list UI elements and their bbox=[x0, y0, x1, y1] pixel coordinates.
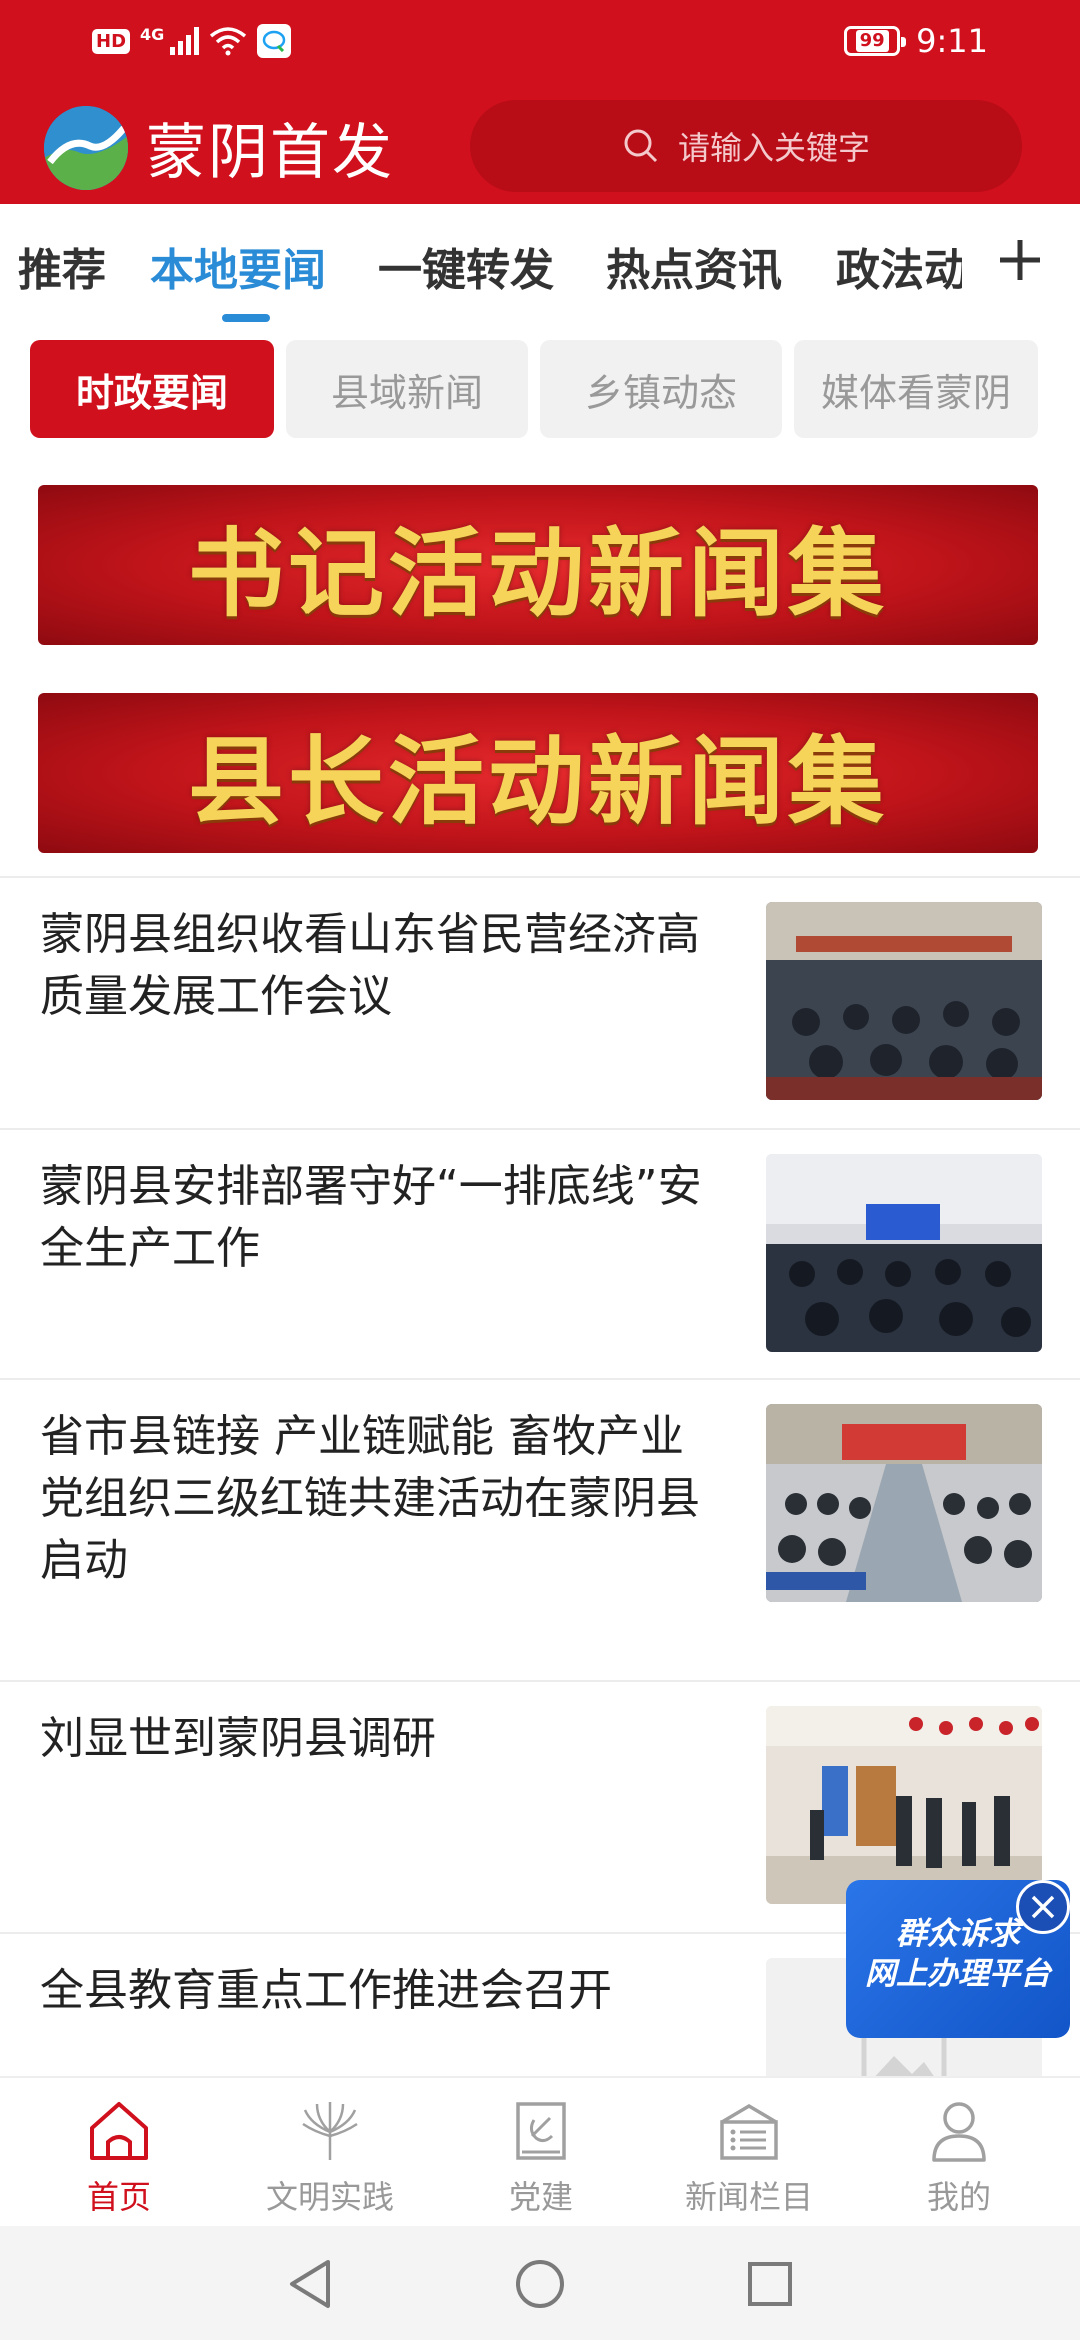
search-icon bbox=[624, 129, 658, 163]
app-header-bar: HD 4G 99 9:11 蒙阴首发 请输入关键字 bbox=[0, 0, 1080, 204]
status-time: 9:11 bbox=[916, 22, 988, 60]
battery-icon: 99 bbox=[844, 26, 907, 56]
message-app-icon bbox=[257, 24, 292, 58]
subtab-town-news[interactable]: 乡镇动态 bbox=[540, 340, 782, 438]
news-title: 蒙阴县安排部署守好“一排底线”安全生产工作 bbox=[40, 1161, 702, 1274]
banner-secretary-text: 书记活动新闻集 bbox=[188, 517, 888, 630]
battery-level: 99 bbox=[855, 30, 889, 52]
app-title: 蒙阴首发 bbox=[146, 118, 394, 188]
search-bar[interactable]: 请输入关键字 bbox=[470, 100, 1022, 192]
tab-recommend[interactable]: 推荐 bbox=[18, 234, 106, 298]
status-bar: HD 4G 99 9:11 bbox=[0, 0, 1080, 86]
nav-civilization-label: 文明实践 bbox=[265, 2178, 394, 2216]
back-icon[interactable] bbox=[286, 2258, 334, 2310]
news-title: 蒙阴县组织收看山东省民营经济高质量发展工作会议 bbox=[40, 909, 700, 1022]
status-left: HD 4G bbox=[92, 24, 292, 58]
news-item[interactable]: 省市县链接 产业链赋能 畜牧产业党组织三级红链共建活动在蒙阴县启动 bbox=[0, 1380, 1080, 1680]
nav-news-columns[interactable]: 新闻栏目 bbox=[644, 2098, 854, 2218]
status-right: 99 9:11 bbox=[844, 22, 988, 60]
user-icon bbox=[932, 2102, 986, 2162]
news-thumbnail bbox=[766, 1154, 1042, 1352]
nav-home-label: 首页 bbox=[86, 2178, 151, 2216]
tab-forward[interactable]: 一键转发 bbox=[378, 234, 554, 298]
add-channel-icon[interactable] bbox=[996, 236, 1044, 284]
nav-party-building[interactable]: 党建 bbox=[436, 2098, 646, 2218]
signal-icon bbox=[170, 27, 200, 55]
recents-icon[interactable] bbox=[746, 2260, 794, 2308]
system-nav-bar bbox=[0, 2226, 1080, 2340]
party-book-icon bbox=[516, 2102, 566, 2160]
nav-party-label: 党建 bbox=[508, 2178, 573, 2216]
home-icon bbox=[90, 2102, 148, 2160]
nav-news-columns-label: 新闻栏目 bbox=[684, 2178, 813, 2216]
news-title: 全县教育重点工作推进会召开 bbox=[40, 1965, 612, 2016]
bottom-nav: 首页 文明实践 党建 新闻栏目 我的 bbox=[0, 2076, 1080, 2226]
tab-hot-news[interactable]: 热点资讯 bbox=[606, 234, 782, 298]
tab-politics-law[interactable]: 政法动 bbox=[836, 234, 962, 298]
header: 蒙阴首发 请输入关键字 bbox=[0, 90, 1080, 202]
network-type: 4G bbox=[140, 24, 165, 44]
news-thumbnail bbox=[766, 1404, 1042, 1602]
banner-secretary-news[interactable]: 书记活动新闻集 bbox=[38, 485, 1038, 645]
search-placeholder: 请输入关键字 bbox=[677, 129, 870, 167]
news-title: 刘显世到蒙阴县调研 bbox=[40, 1713, 436, 1764]
subtab-county-news[interactable]: 县域新闻 bbox=[286, 340, 528, 438]
tree-icon bbox=[302, 2102, 358, 2160]
nav-civilization-practice[interactable]: 文明实践 bbox=[225, 2098, 435, 2218]
news-item[interactable]: 蒙阴县组织收看山东省民营经济高质量发展工作会议 bbox=[0, 878, 1080, 1128]
nav-profile[interactable]: 我的 bbox=[854, 2098, 1064, 2218]
news-thumbnail bbox=[766, 902, 1042, 1100]
nav-profile-label: 我的 bbox=[926, 2178, 991, 2216]
wifi-icon bbox=[210, 27, 247, 56]
hd-badge: HD bbox=[92, 28, 131, 54]
home-button-icon[interactable] bbox=[514, 2258, 566, 2310]
subtab-media-view[interactable]: 媒体看蒙阴 bbox=[794, 340, 1038, 438]
subtab-current-affairs[interactable]: 时政要闻 bbox=[30, 340, 274, 438]
active-tab-indicator bbox=[222, 314, 270, 322]
close-icon[interactable] bbox=[1016, 1880, 1070, 1934]
news-item[interactable]: 蒙阴县安排部署守好“一排底线”安全生产工作 bbox=[0, 1130, 1080, 1380]
tab-local-news[interactable]: 本地要闻 bbox=[150, 234, 326, 298]
nav-home[interactable]: 首页 bbox=[14, 2098, 224, 2218]
app-logo bbox=[44, 106, 128, 190]
banner-county-head-text: 县长活动新闻集 bbox=[188, 725, 888, 838]
news-title: 省市县链接 产业链赋能 畜牧产业党组织三级红链共建活动在蒙阴县启动 bbox=[40, 1411, 700, 1586]
channel-tabs: 推荐 本地要闻 一键转发 热点资讯 政法动 bbox=[0, 204, 1080, 330]
float-card-line2: 网上办理平台 bbox=[865, 1956, 1051, 1992]
news-thumbnail bbox=[766, 1706, 1042, 1904]
banner-county-head-news[interactable]: 县长活动新闻集 bbox=[38, 693, 1038, 853]
news-list-icon bbox=[720, 2103, 778, 2160]
